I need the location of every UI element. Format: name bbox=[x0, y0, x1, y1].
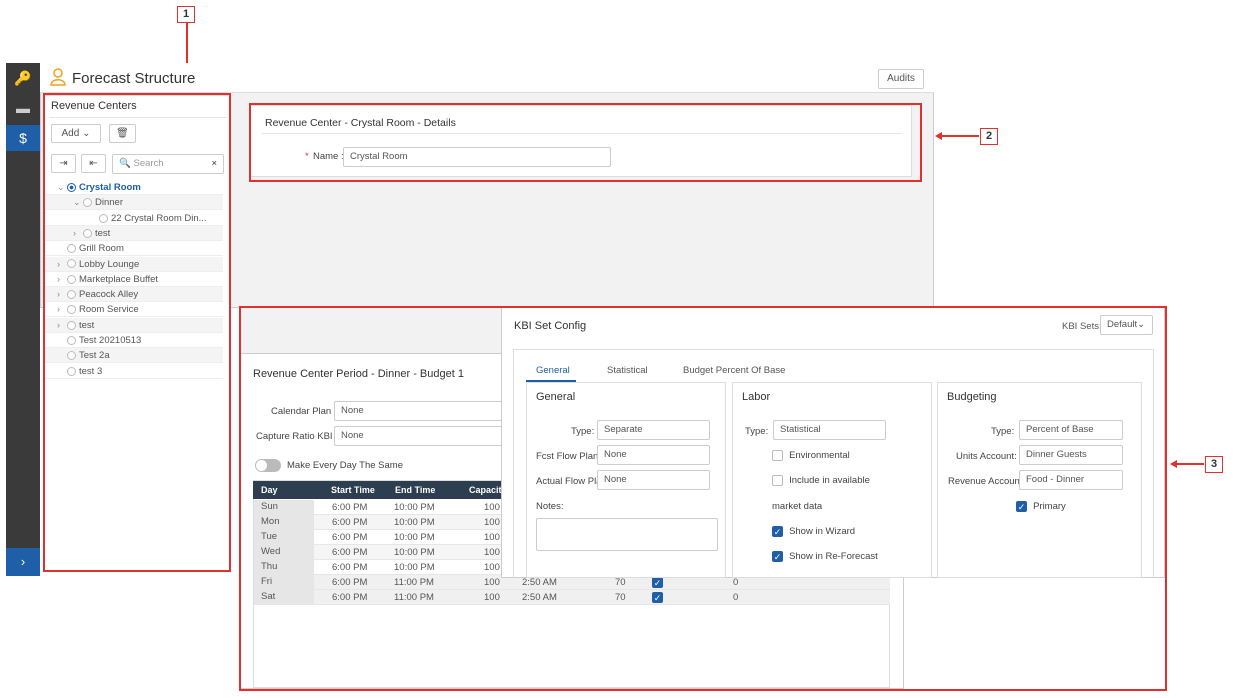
audits-button[interactable]: Audits bbox=[878, 69, 924, 89]
page-title: Forecast Structure bbox=[72, 70, 196, 87]
highlight-box-3 bbox=[239, 306, 1167, 691]
callout-3: 3 bbox=[1205, 456, 1223, 473]
highlight-box-2 bbox=[249, 103, 922, 182]
callout-3-arrow bbox=[1176, 463, 1204, 465]
person-icon bbox=[50, 68, 66, 86]
callout-2: 2 bbox=[980, 128, 998, 145]
expand-rail-icon[interactable]: › bbox=[6, 548, 40, 576]
callout-1: 1 bbox=[177, 6, 195, 23]
callout-2-arrow bbox=[941, 135, 979, 137]
dollar-icon[interactable]: $ bbox=[6, 125, 40, 151]
key-icon[interactable]: 🔑 bbox=[6, 65, 40, 91]
left-rail: 🔑 ▬ $ › bbox=[6, 63, 40, 576]
store-icon[interactable]: ▬ bbox=[6, 95, 40, 121]
highlight-box-1 bbox=[43, 93, 231, 572]
